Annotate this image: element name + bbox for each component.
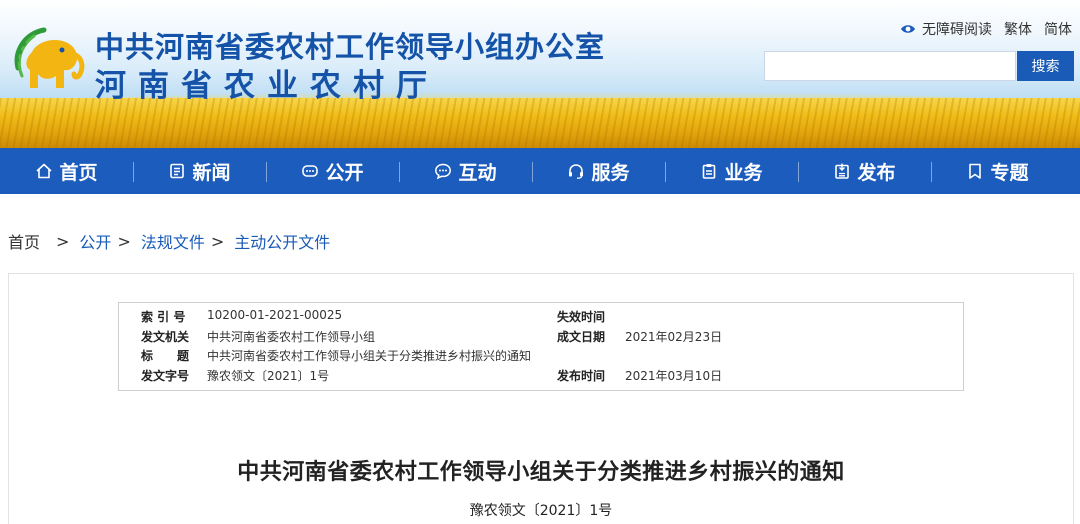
chat-icon <box>302 165 319 177</box>
doc-number-label: 发文字号 <box>141 369 190 383</box>
article-panel: 索 引 号 10200-01-2021-00025 失效时间 发文机关 中共河南… <box>8 273 1074 524</box>
created-date-value: 2021年02月23日 <box>625 330 723 344</box>
invalid-time-label: 失效时间 <box>557 310 606 324</box>
created-date-label: 成文日期 <box>557 330 606 344</box>
info-row: 发文机关 中共河南省委农村工作领导小组 成文日期 2021年02月23日 <box>119 328 965 348</box>
info-row: 发文字号 豫农领文〔2021〕1号 发布时间 2021年03月10日 <box>119 367 965 387</box>
publish-icon <box>835 163 850 179</box>
nav-item-topics[interactable]: 专题 <box>931 148 1064 194</box>
info-row: 索 引 号 10200-01-2021-00025 失效时间 <box>119 308 965 328</box>
nav-item-label: 公开 <box>325 161 364 184</box>
header-banner: 中共河南省委农村工作领导小组办公室 河南省农业农村厅 无障碍阅读 繁体 简体 搜… <box>0 0 1080 148</box>
traditional-chinese-link[interactable]: 繁体 <box>1004 19 1032 39</box>
breadcrumb-home[interactable]: 首页 <box>8 229 40 253</box>
site-logo-icon[interactable] <box>10 22 88 98</box>
eye-icon <box>901 25 915 33</box>
breadcrumb: 首页 > 公开 > 法规文件 > 主动公开文件 <box>8 229 330 253</box>
issuer-value: 中共河南省委农村工作领导小组 <box>207 330 376 344</box>
document-info-table: 索 引 号 10200-01-2021-00025 失效时间 发文机关 中共河南… <box>118 302 964 391</box>
document-number: 豫农领文〔2021〕1号 <box>469 503 613 519</box>
site-title-line2: 河南省农业农村厅 <box>95 68 439 104</box>
nav-item-label: 互动 <box>458 161 497 184</box>
title-value: 中共河南省委农村工作领导小组关于分类推进乡村振兴的通知 <box>207 349 532 363</box>
breadcrumb-separator: > <box>117 231 131 251</box>
headset-icon <box>569 164 584 179</box>
search-button[interactable]: 搜索 <box>1017 51 1074 81</box>
wheat-field <box>0 98 1080 148</box>
nav-item-interaction[interactable]: 互动 <box>399 148 532 194</box>
nav-item-business[interactable]: 业务 <box>665 148 798 194</box>
nav-item-label: 首页 <box>59 161 98 184</box>
nav-item-home[interactable]: 首页 <box>0 148 133 194</box>
simplified-chinese-link[interactable]: 简体 <box>1044 19 1072 39</box>
search-input[interactable] <box>764 51 1016 81</box>
info-row: 标 题 中共河南省委农村工作领导小组关于分类推进乡村振兴的通知 <box>119 347 965 367</box>
index-label: 索 引 号 <box>141 310 186 324</box>
breadcrumb-active-disclosure[interactable]: 主动公开文件 <box>234 229 330 253</box>
nav-item-release[interactable]: 发布 <box>798 148 931 194</box>
nav-item-label: 发布 <box>857 161 896 184</box>
nav-item-label: 新闻 <box>192 161 231 184</box>
title-label: 标 题 <box>141 349 190 363</box>
news-icon <box>170 163 185 179</box>
nav-item-public[interactable]: 公开 <box>266 148 399 194</box>
published-date-label: 发布时间 <box>557 369 606 383</box>
issuer-label: 发文机关 <box>141 330 190 344</box>
accessibility-label: 无障碍阅读 <box>922 22 992 38</box>
nav-item-news[interactable]: 新闻 <box>133 148 266 194</box>
nav-item-label: 服务 <box>591 161 630 184</box>
breadcrumb-regulations[interactable]: 法规文件 <box>141 229 205 253</box>
top-links: 无障碍阅读 繁体 简体 <box>900 19 1072 39</box>
bookmark-icon <box>969 163 982 179</box>
nav-item-label: 业务 <box>724 161 763 184</box>
home-icon <box>36 163 53 179</box>
doc-number-value: 豫农领文〔2021〕1号 <box>207 369 330 383</box>
nav-item-label: 专题 <box>990 161 1029 184</box>
accessibility-link[interactable]: 无障碍阅读 <box>900 19 992 39</box>
clipboard-icon <box>703 164 716 179</box>
breadcrumb-separator: > <box>56 231 70 251</box>
breadcrumb-public[interactable]: 公开 <box>79 229 111 253</box>
published-date-value: 2021年03月10日 <box>625 369 723 383</box>
main-nav: 首页 新闻 公开 互动 服务 业务 发布 专题 <box>0 148 1080 194</box>
index-value: 10200-01-2021-00025 <box>207 308 343 322</box>
breadcrumb-separator: > <box>210 231 225 251</box>
nav-item-service[interactable]: 服务 <box>532 148 665 194</box>
document-title: 中共河南省委农村工作领导小组关于分类推进乡村振兴的通知 <box>237 460 845 485</box>
speech-bubble-icon <box>435 163 452 180</box>
